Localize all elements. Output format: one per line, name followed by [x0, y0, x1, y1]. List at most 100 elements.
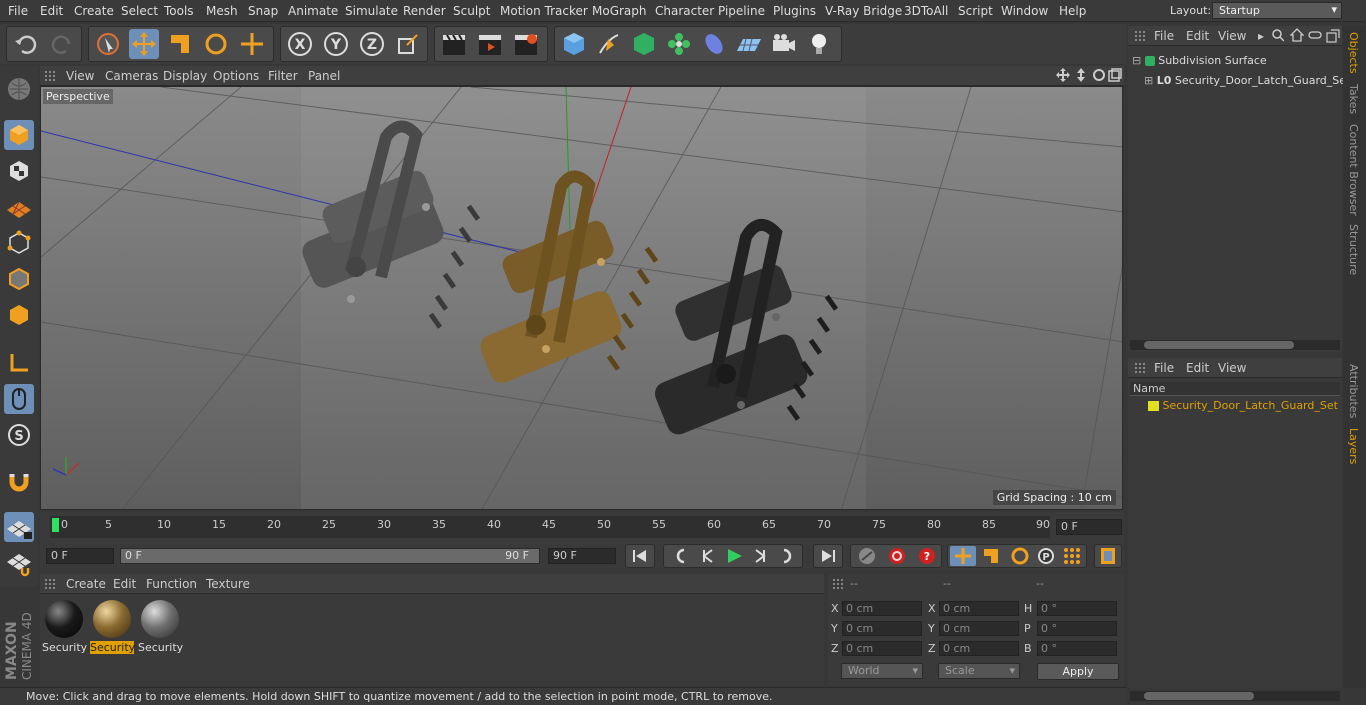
- y-axis-button[interactable]: Y: [321, 29, 351, 59]
- rotation-p-field[interactable]: 0 °: [1037, 621, 1117, 636]
- goto-end-button[interactable]: [813, 544, 843, 568]
- rotation-b-field[interactable]: 0 °: [1037, 641, 1117, 656]
- material-menu-edit[interactable]: Edit: [113, 577, 136, 591]
- help-icon[interactable]: ?: [913, 545, 941, 567]
- polygons-mode-button[interactable]: [4, 300, 34, 330]
- menu-help[interactable]: Help: [1059, 4, 1086, 18]
- pen-button[interactable]: [594, 29, 624, 59]
- next-key-icon[interactable]: [774, 545, 802, 567]
- material-swatch[interactable]: Security: [138, 598, 183, 656]
- material-menu-function[interactable]: Function: [146, 577, 197, 591]
- expand-plus-icon[interactable]: ⊞: [1144, 74, 1153, 87]
- home-icon[interactable]: [1289, 28, 1305, 45]
- layer-color-swatch[interactable]: [1148, 401, 1159, 411]
- array-button[interactable]: [664, 29, 694, 59]
- play-icon[interactable]: [720, 545, 748, 567]
- light-button[interactable]: [804, 29, 834, 59]
- tab-content-browser[interactable]: Content Browser: [1347, 124, 1360, 216]
- workplane-mode-button[interactable]: [4, 192, 34, 222]
- viewport-menu-panel[interactable]: Panel: [308, 69, 340, 83]
- layer-column-name[interactable]: Name: [1133, 382, 1165, 395]
- render-picture-viewer-button[interactable]: [475, 29, 505, 59]
- apply-button[interactable]: Apply: [1037, 663, 1119, 680]
- redo-button[interactable]: [47, 29, 77, 59]
- size-y-field[interactable]: 0 cm: [939, 621, 1019, 636]
- menu-motion-tracker[interactable]: Motion Tracker: [500, 4, 588, 18]
- playhead[interactable]: [52, 518, 59, 532]
- material-menu-create[interactable]: Create: [66, 577, 106, 591]
- menu-select[interactable]: Select: [121, 4, 158, 18]
- deformer-button[interactable]: [699, 29, 729, 59]
- material-menu-texture[interactable]: Texture: [206, 577, 250, 591]
- texture-mode-button[interactable]: [4, 156, 34, 186]
- viewport-label[interactable]: Perspective: [43, 89, 113, 104]
- menu-snap[interactable]: Snap: [248, 4, 278, 18]
- floor-button[interactable]: [734, 29, 764, 59]
- coordinate-system-button[interactable]: [393, 29, 423, 59]
- tree-item-subdivision-surface[interactable]: ⊟ Subdivision Surface: [1132, 54, 1267, 67]
- position-y-field[interactable]: 0 cm: [842, 621, 922, 636]
- position-x-field[interactable]: 0 cm: [842, 601, 922, 616]
- edges-mode-button[interactable]: [4, 264, 34, 294]
- viewport-menu-display[interactable]: Display: [163, 69, 207, 83]
- timeline-ruler[interactable]: 0 5 10 15 20 25 30 35 40 45 50 55 60 65 …: [50, 516, 1050, 538]
- size-z-field[interactable]: 0 cm: [939, 641, 1019, 656]
- perspective-viewport[interactable]: Perspective Grid Spacing : 10 cm: [40, 86, 1123, 510]
- prev-key-icon[interactable]: [666, 545, 694, 567]
- tab-objects[interactable]: Objects: [1347, 32, 1360, 74]
- scrollbar-thumb[interactable]: [1144, 692, 1254, 700]
- layer-menu-file[interactable]: File: [1154, 361, 1174, 375]
- tab-structure[interactable]: Structure: [1347, 224, 1360, 275]
- menu-simulate[interactable]: Simulate: [345, 4, 398, 18]
- viewport-menu-view[interactable]: View: [66, 69, 94, 83]
- z-axis-button[interactable]: Z: [357, 29, 387, 59]
- menu-mesh[interactable]: Mesh: [206, 4, 238, 18]
- record-icon[interactable]: [883, 545, 911, 567]
- position-z-field[interactable]: 0 cm: [842, 641, 922, 656]
- menu-edit[interactable]: Edit: [40, 4, 63, 18]
- object-menu-view[interactable]: View: [1218, 29, 1246, 43]
- scale-key-icon[interactable]: [978, 545, 1006, 567]
- workplane-lock-button[interactable]: [4, 512, 34, 542]
- material-swatch[interactable]: Security: [42, 598, 87, 656]
- workplane-snap-button[interactable]: [4, 548, 34, 578]
- layer-menu-view[interactable]: View: [1218, 361, 1246, 375]
- goto-start-button[interactable]: [625, 544, 655, 568]
- move-tool-button[interactable]: [129, 29, 159, 59]
- live-selection-button[interactable]: [93, 29, 123, 59]
- menu-3dtoall[interactable]: 3DToAll: [904, 4, 948, 18]
- render-view-button[interactable]: [439, 29, 469, 59]
- menu-script[interactable]: Script: [958, 4, 993, 18]
- viewport-zoom-icon[interactable]: [1074, 68, 1088, 85]
- size-x-field[interactable]: 0 cm: [939, 601, 1019, 616]
- material-swatch[interactable]: Security: [90, 598, 135, 656]
- new-window-icon[interactable]: [1326, 29, 1340, 46]
- viewport-menu-options[interactable]: Options: [213, 69, 259, 83]
- snap-button[interactable]: S: [4, 420, 34, 450]
- menu-pipeline[interactable]: Pipeline: [718, 4, 765, 18]
- scrollbar-thumb[interactable]: [1144, 341, 1294, 349]
- motion-record-icon[interactable]: [853, 545, 881, 567]
- model-mode-button[interactable]: [4, 120, 34, 150]
- prev-frame-icon[interactable]: [694, 545, 722, 567]
- menu-create[interactable]: Create: [74, 4, 114, 18]
- layout-select[interactable]: Startup ▾: [1212, 2, 1342, 19]
- link-icon[interactable]: [1308, 29, 1322, 44]
- viewport-rotate-icon[interactable]: [1092, 68, 1106, 85]
- menu-plugins[interactable]: Plugins: [773, 4, 816, 18]
- magnet-button[interactable]: [4, 466, 34, 496]
- axis-mode-button[interactable]: [4, 348, 34, 378]
- transform-tool-button[interactable]: [237, 29, 267, 59]
- menu-animate[interactable]: Animate: [288, 4, 338, 18]
- menu-render[interactable]: Render: [403, 4, 446, 18]
- chevron-right-icon[interactable]: ▸: [1258, 29, 1264, 43]
- subdivision-button[interactable]: [629, 29, 659, 59]
- menu-mograph[interactable]: MoGraph: [592, 4, 647, 18]
- menu-tools[interactable]: Tools: [164, 4, 194, 18]
- viewport-move-icon[interactable]: [1056, 68, 1070, 85]
- size-mode-select[interactable]: Scale ▾: [938, 663, 1020, 679]
- points-mode-button[interactable]: [4, 228, 34, 258]
- menu-window[interactable]: Window: [1001, 4, 1048, 18]
- rotate-key-icon[interactable]: [1006, 545, 1034, 567]
- point-level-icon[interactable]: [1058, 545, 1086, 567]
